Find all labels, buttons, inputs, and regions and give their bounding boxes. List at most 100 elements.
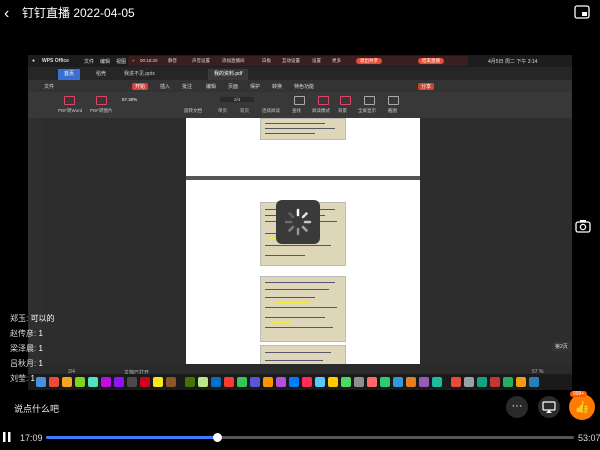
mac-dock	[28, 374, 572, 390]
dock-app-icon[interactable]	[62, 377, 72, 387]
dock-app-icon[interactable]	[88, 377, 98, 387]
tab-docer[interactable]: 稻壳	[90, 69, 112, 80]
dock-app-icon[interactable]	[419, 377, 429, 387]
dock-app-icon[interactable]	[367, 377, 377, 387]
toolbar-item[interactable]: 全屏显示	[358, 108, 376, 114]
mac-menu-bar: ● WPS Office 文件 编辑 视图 ● 00:18:20 静音 声音设置…	[28, 55, 572, 67]
tab-pdf[interactable]: 我的资料.pdf	[208, 69, 249, 80]
toolbar-item[interactable]: 旋转文档	[184, 108, 202, 114]
dock-app-icon[interactable]	[451, 377, 461, 387]
dock-app-icon[interactable]	[140, 377, 150, 387]
pdf-to-image-icon[interactable]	[96, 96, 107, 105]
toolbar-item[interactable]: 连续阅读	[262, 108, 280, 114]
menu-item[interactable]: 批注	[182, 83, 192, 90]
menu-item[interactable]: 特色功能	[294, 83, 314, 90]
dock-app-icon[interactable]	[127, 377, 137, 387]
search-icon[interactable]	[294, 96, 305, 105]
menu-item[interactable]: 保护	[250, 83, 260, 90]
top-bar: ‹ 钉钉直播 2022-04-05	[0, 0, 600, 28]
mac-menu-item: 文件	[84, 59, 95, 65]
dock-app-icon[interactable]	[263, 377, 273, 387]
menu-item[interactable]: 文件	[44, 83, 54, 90]
mac-clock: 4月5日 周二 下午 3:14	[488, 59, 538, 65]
thumbs-up-icon[interactable]: 👍	[569, 394, 595, 420]
dock-app-icon[interactable]	[406, 377, 416, 387]
dock-app-icon[interactable]	[393, 377, 403, 387]
dock-app-icon[interactable]	[328, 377, 338, 387]
dock-app-icon[interactable]	[237, 377, 247, 387]
dock-app-icon[interactable]	[211, 377, 221, 387]
dock-app-icon[interactable]	[477, 377, 487, 387]
menu-item[interactable]: 转换	[272, 83, 282, 90]
dock-app-icon[interactable]	[114, 377, 124, 387]
dock-app-icon[interactable]	[302, 377, 312, 387]
dock-app-icon[interactable]	[276, 377, 286, 387]
like-count-badge: 999+	[570, 391, 588, 397]
rec-item: 添加直播间	[222, 58, 245, 63]
toolbar-item[interactable]: PDF转图片	[90, 108, 113, 114]
toolbar-item[interactable]: 阅读模式	[312, 108, 330, 114]
wps-toolbar: PDF转Word PDF转图片 57.30% 2/4 旋转文档 单页 双页 连续…	[28, 92, 572, 118]
chat-user: 刘莹:	[10, 374, 29, 383]
dock-app-icon[interactable]	[516, 377, 526, 387]
dock-app-icon[interactable]	[380, 377, 390, 387]
dock-app-icon[interactable]	[289, 377, 299, 387]
toolbar-item[interactable]: 查找	[292, 108, 301, 114]
more-icon[interactable]: ···	[506, 396, 528, 418]
tab-home[interactable]: 首页	[58, 69, 81, 80]
toolbar-item[interactable]: 截图	[388, 108, 397, 114]
dock-app-icon[interactable]	[503, 377, 513, 387]
page-field[interactable]: 2/4	[220, 97, 255, 102]
toolbar-item[interactable]: 双页	[240, 108, 249, 114]
screenshot-icon[interactable]	[388, 96, 399, 105]
cast-icon[interactable]	[538, 396, 560, 418]
note-image	[260, 345, 346, 364]
pdf-to-word-icon[interactable]	[64, 96, 75, 105]
exit-share-button[interactable]: 退出共享	[356, 58, 382, 64]
wps-tab-bar: 首页 稻壳 我进不见.pptx 我的资料.pdf	[28, 67, 572, 80]
dock-app-icon[interactable]	[250, 377, 260, 387]
read-mode-icon[interactable]	[318, 96, 329, 105]
dock-app-icon[interactable]	[153, 377, 163, 387]
rec-timer: 00:18:20	[140, 58, 158, 63]
menu-item[interactable]: 编辑	[206, 83, 216, 90]
pdf-page	[186, 180, 420, 364]
menu-item[interactable]: 页面	[228, 83, 238, 90]
fullscreen-icon[interactable]	[364, 96, 375, 105]
dock-app-icon[interactable]	[224, 377, 234, 387]
dock-app-icon[interactable]	[432, 377, 442, 387]
dock-app-icon[interactable]	[490, 377, 500, 387]
pip-icon[interactable]	[574, 5, 590, 19]
dock-app-icon[interactable]	[166, 377, 176, 387]
pause-icon[interactable]	[2, 431, 12, 443]
toolbar-item[interactable]: 背景	[338, 108, 347, 114]
end-live-button[interactable]: 结束直播	[418, 58, 444, 64]
pdf-viewport[interactable]	[186, 118, 420, 364]
progress-bar[interactable]	[46, 433, 574, 442]
zoom-value[interactable]: 57.30%	[122, 97, 137, 102]
note-image	[260, 118, 346, 140]
dock-app-icon[interactable]	[75, 377, 85, 387]
share-button[interactable]: 分享	[418, 83, 435, 90]
dock-app-icon[interactable]	[185, 377, 195, 387]
dock-app-icon[interactable]	[101, 377, 111, 387]
toolbar-item[interactable]: PDF转Word	[58, 108, 82, 114]
dock-app-icon[interactable]	[315, 377, 325, 387]
mac-menu-item: 视图	[116, 59, 127, 65]
toolbar-item[interactable]: 单页	[218, 108, 227, 114]
dock-app-icon[interactable]	[36, 377, 46, 387]
comment-input[interactable]: 说点什么吧	[14, 402, 59, 415]
camera-icon[interactable]	[575, 219, 591, 233]
tab-pptx[interactable]: 我进不见.pptx	[118, 69, 161, 80]
progress-knob[interactable]	[212, 433, 222, 442]
menu-item-active[interactable]: 开始	[132, 83, 149, 90]
dock-app-icon[interactable]	[464, 377, 474, 387]
dock-app-icon[interactable]	[354, 377, 364, 387]
menu-item[interactable]: 插入	[160, 83, 170, 90]
background-icon[interactable]	[340, 96, 351, 105]
dock-app-icon[interactable]	[49, 377, 59, 387]
back-icon[interactable]: ‹	[4, 6, 9, 22]
dock-app-icon[interactable]	[198, 377, 208, 387]
dock-app-icon[interactable]	[529, 377, 539, 387]
dock-app-icon[interactable]	[341, 377, 351, 387]
